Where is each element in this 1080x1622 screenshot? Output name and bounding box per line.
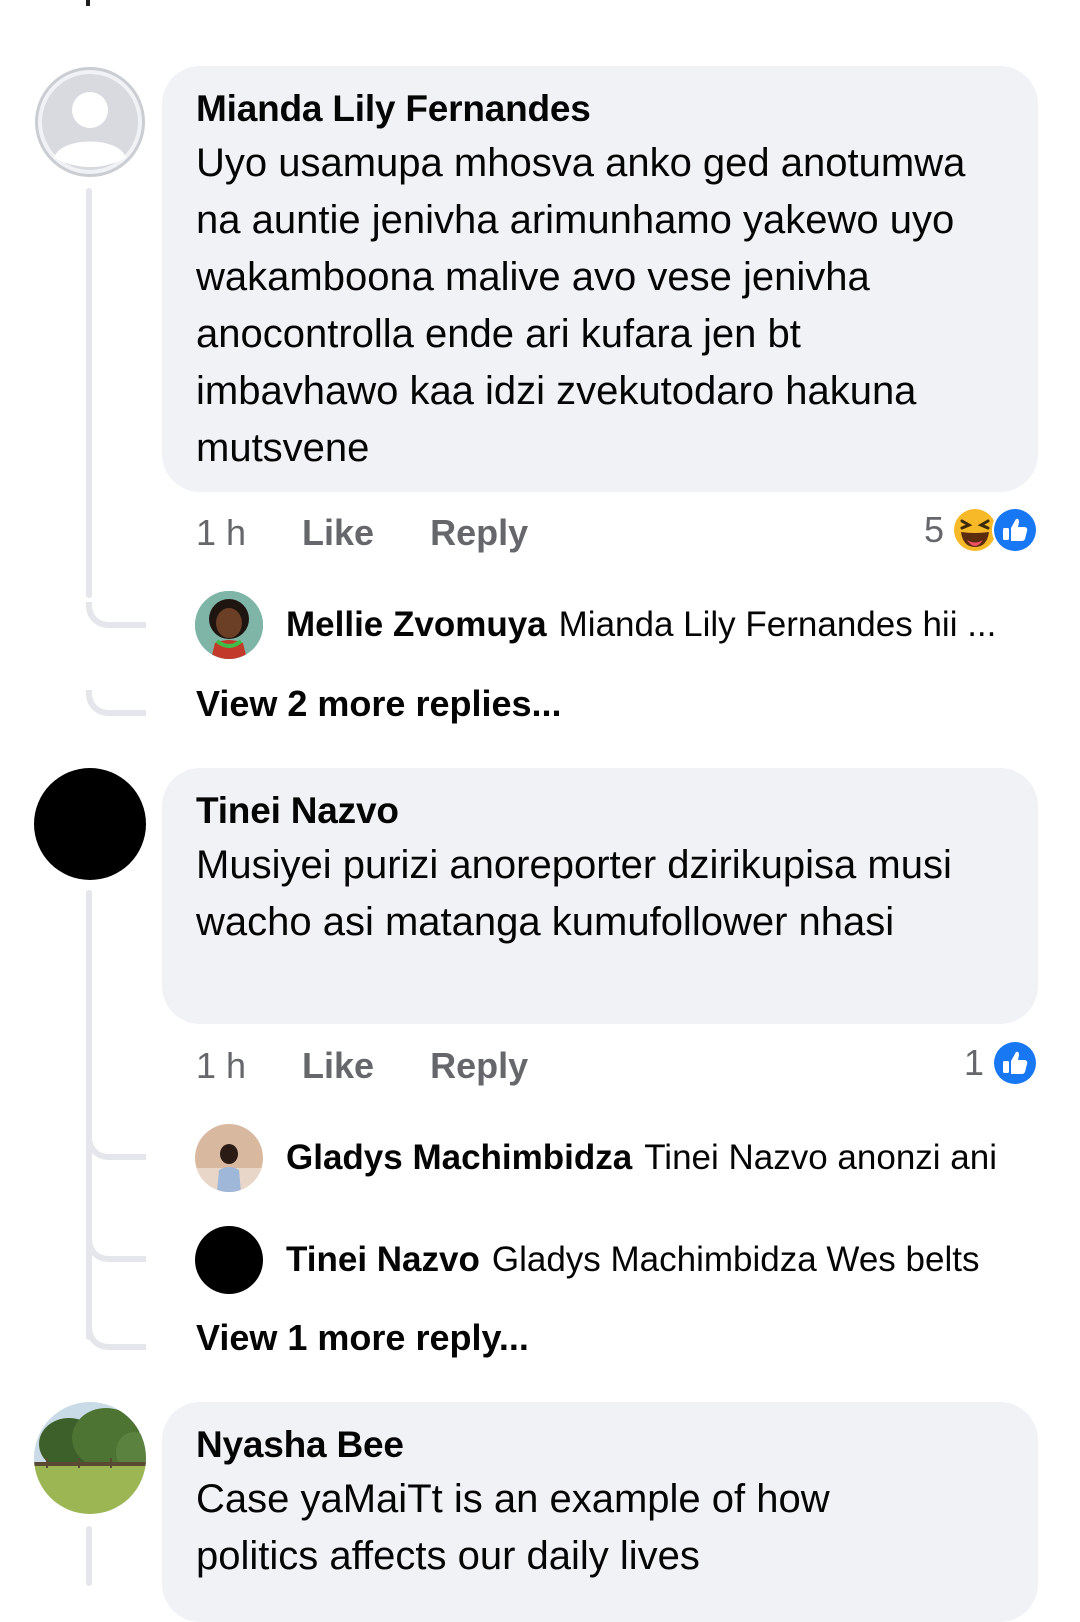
- profile-photo: [195, 1124, 263, 1192]
- comment-bubble: Tinei Nazvo Musiyei purizi anoreporter d…: [162, 768, 1038, 1024]
- comment-actions: 1 h Like Reply: [196, 507, 528, 559]
- comment-timestamp[interactable]: 1 h: [196, 1045, 246, 1087]
- avatar[interactable]: [195, 591, 263, 659]
- reaction-count: 5: [923, 509, 944, 550]
- landscape-photo: [34, 1402, 146, 1514]
- reply-button[interactable]: Reply: [430, 1045, 528, 1087]
- reply-text: Mianda Lily Fernandes hii ...: [558, 605, 997, 644]
- default-profile-icon: [35, 67, 145, 177]
- view-more-replies-button[interactable]: View 2 more replies...: [196, 679, 562, 729]
- thread-line: [86, 188, 92, 598]
- thread-branch: [86, 602, 146, 628]
- comment-timestamp[interactable]: 1 h: [196, 512, 246, 554]
- reply-text: Gladys Machimbidza Wes belts: [491, 1240, 980, 1279]
- reply-preview[interactable]: Mellie Zvomuya Mianda Lily Fernandes hii…: [286, 595, 1036, 655]
- thread-line: [86, 890, 92, 1340]
- avatar[interactable]: [34, 66, 146, 178]
- comment-text: Musiyei purizi anoreporter dzirikupisa m…: [196, 843, 952, 944]
- view-more-replies-button[interactable]: View 1 more reply...: [196, 1313, 529, 1363]
- thread-branch: [86, 1134, 146, 1160]
- avatar[interactable]: [195, 1124, 263, 1192]
- reply-preview[interactable]: Gladys Machimbidza Tinei Nazvo anonzi an…: [286, 1128, 1036, 1188]
- comment-author[interactable]: Nyasha Bee: [196, 1422, 1004, 1468]
- thread-branch: [86, 690, 146, 716]
- like-button[interactable]: Like: [302, 512, 374, 554]
- thread-branch: [86, 1324, 146, 1350]
- reply-text: Tinei Nazvo anonzi ani: [644, 1138, 998, 1177]
- reply-preview[interactable]: Tinei Nazvo Gladys Machimbidza Wes belts: [286, 1230, 1036, 1290]
- comment-text: Case yaMaiTt is an example of how politi…: [196, 1477, 830, 1578]
- comment-author[interactable]: Mianda Lily Fernandes: [196, 86, 1004, 132]
- comment-bubble: Mianda Lily Fernandes Uyo usamupa mhosva…: [162, 66, 1038, 492]
- avatar[interactable]: [34, 768, 146, 880]
- comment-author[interactable]: Tinei Nazvo: [196, 788, 1004, 834]
- thread-branch: [86, 1236, 146, 1262]
- reply-author[interactable]: Gladys Machimbidza: [286, 1138, 632, 1178]
- avatar[interactable]: [195, 1226, 263, 1294]
- like-reaction-icon: [992, 507, 1038, 553]
- profile-photo: [195, 591, 263, 659]
- comment-bubble: Nyasha Bee Case yaMaiTt is an example of…: [162, 1402, 1038, 1622]
- reply-author[interactable]: Tinei Nazvo: [286, 1240, 480, 1280]
- like-reaction-icon: [992, 1040, 1038, 1086]
- reply-button[interactable]: Reply: [430, 512, 528, 554]
- like-button[interactable]: Like: [302, 1045, 374, 1087]
- thread-line: [86, 1526, 92, 1586]
- reaction-count: 1: [963, 1042, 984, 1083]
- avatar[interactable]: [34, 1402, 146, 1514]
- scroll-indicator: [86, 0, 90, 6]
- reaction-summary[interactable]: 1: [964, 1037, 1038, 1089]
- comment-text: Uyo usamupa mhosva anko ged anotumwa na …: [196, 141, 966, 470]
- reaction-summary[interactable]: 5: [924, 504, 1038, 556]
- comment-actions: 1 h Like Reply: [196, 1040, 528, 1092]
- reply-author[interactable]: Mellie Zvomuya: [286, 605, 547, 645]
